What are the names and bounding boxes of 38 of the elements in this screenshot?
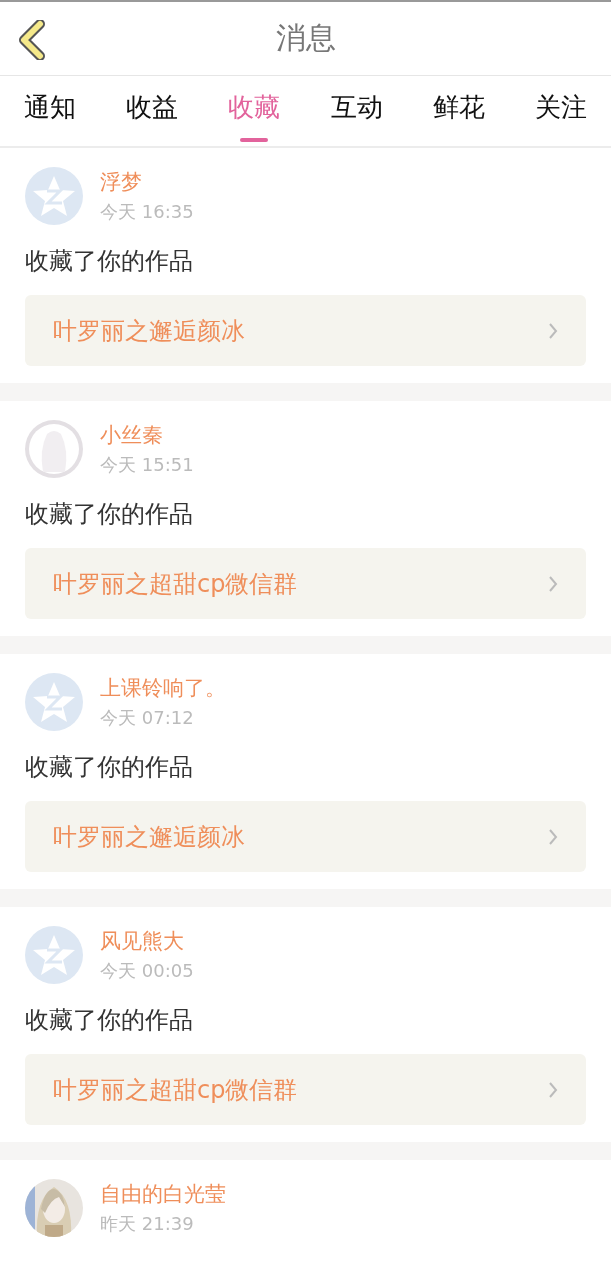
timestamp: 今天 07:12: [100, 706, 195, 730]
chevron-right-icon: [548, 321, 558, 340]
tab[interactable]: 收益: [126, 76, 179, 142]
timestamp: 今天 16:35: [100, 200, 194, 224]
message-text: 收藏了你的作品: [25, 499, 194, 530]
back-icon[interactable]: [16, 20, 46, 60]
page-title: 消息: [275, 19, 336, 57]
chevron-right-icon: [548, 574, 558, 593]
chevron-right-icon: [548, 1080, 558, 1099]
work-title: 叶罗丽之超甜cp微信群: [53, 568, 298, 600]
tab[interactable]: 互动: [330, 76, 383, 142]
work-title: 叶罗丽之超甜cp微信群: [53, 1074, 298, 1106]
star-avatar-icon: [25, 926, 83, 984]
user-name[interactable]: 自由的白光莹: [100, 1180, 226, 1208]
message-text: 收藏了你的作品: [25, 1005, 194, 1036]
user-name[interactable]: 浮梦: [100, 168, 194, 196]
user-name[interactable]: 风见熊大: [100, 927, 194, 955]
message-text: 收藏了你的作品: [25, 752, 194, 783]
tab[interactable]: 鲜花: [432, 76, 485, 142]
work-link[interactable]: 叶罗丽之邂逅颜冰: [25, 295, 586, 366]
user-name[interactable]: 上课铃响了。: [100, 674, 226, 702]
tab[interactable]: 关注: [534, 76, 587, 142]
star-avatar-icon: [25, 673, 83, 731]
timestamp: 今天 15:51: [100, 453, 194, 477]
tab[interactable]: 通知: [24, 76, 76, 142]
tab[interactable]: 收藏: [228, 76, 281, 142]
avatar-silhouette-icon: [25, 420, 83, 478]
work-link[interactable]: 叶罗丽之超甜cp微信群: [25, 1054, 586, 1125]
work-link[interactable]: 叶罗丽之邂逅颜冰: [25, 801, 586, 872]
work-title: 叶罗丽之邂逅颜冰: [53, 315, 245, 347]
chevron-right-icon: [548, 827, 558, 846]
star-avatar-icon: [25, 167, 83, 225]
user-name[interactable]: 小丝秦: [100, 421, 194, 449]
timestamp: 今天 00:05: [100, 959, 194, 983]
work-link[interactable]: 叶罗丽之超甜cp微信群: [25, 548, 586, 619]
work-title: 叶罗丽之邂逅颜冰: [53, 821, 245, 853]
message-text: 收藏了你的作品: [25, 246, 194, 277]
timestamp: 昨天 21:39: [100, 1212, 195, 1236]
